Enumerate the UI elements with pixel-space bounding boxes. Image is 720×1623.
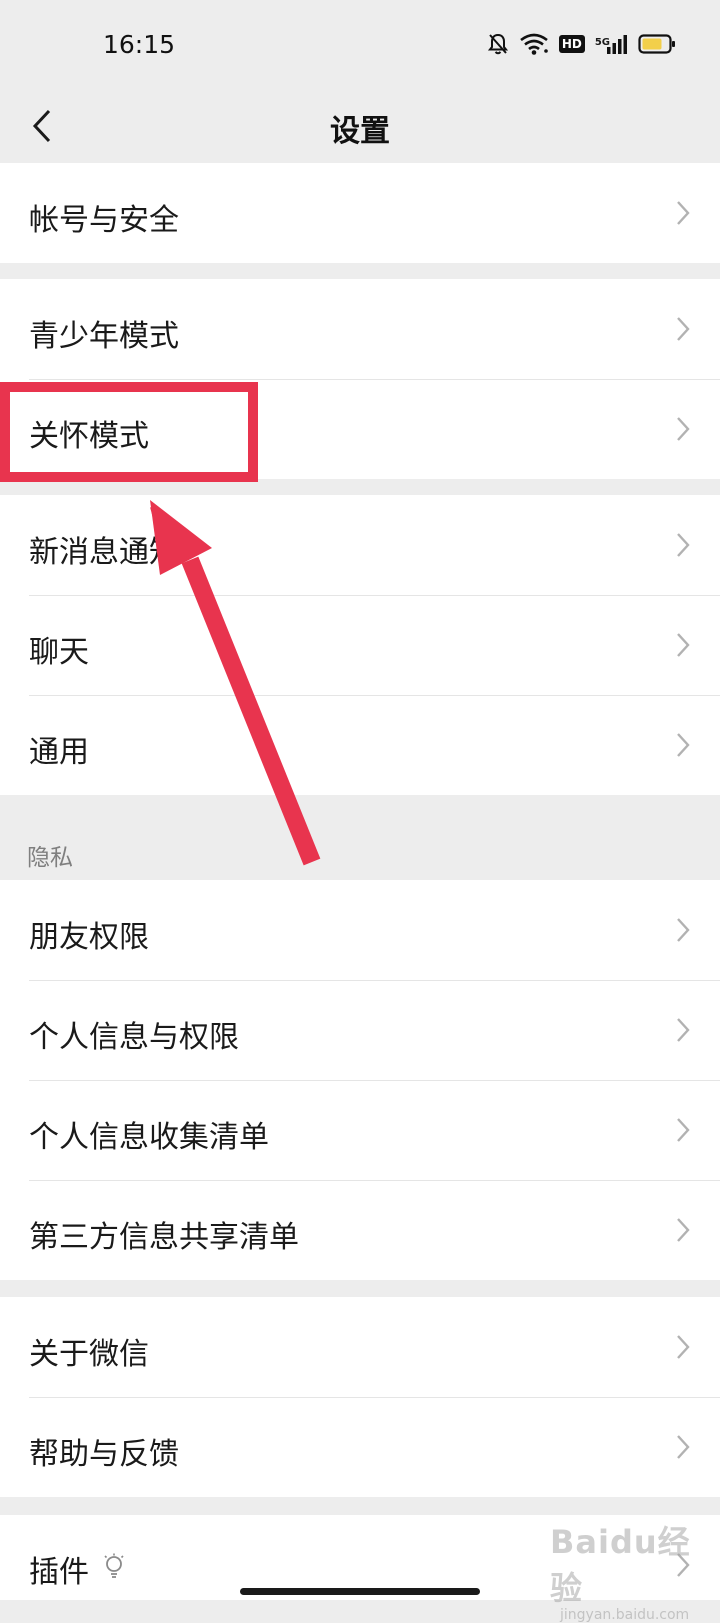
home-indicator[interactable]	[240, 1588, 480, 1595]
settings-item-label: 第三方信息共享清单	[29, 1220, 299, 1255]
settings-item-label: 插件	[29, 1555, 89, 1590]
settings-item-label: 关于微信	[29, 1337, 149, 1372]
settings-group-about: 关于微信 帮助与反馈	[0, 1297, 720, 1497]
settings-group-general: 新消息通知 聊天 通用	[0, 495, 720, 795]
chevron-right-icon	[676, 416, 690, 446]
lightbulb-icon	[103, 1553, 125, 1585]
settings-item-label: 新消息通知	[29, 535, 179, 570]
settings-item-label: 聊天	[29, 635, 89, 670]
chevron-right-icon	[676, 1017, 690, 1047]
settings-item-label: 关怀模式	[29, 419, 149, 454]
nav-bar: 设置	[0, 92, 720, 164]
settings-item-new-message-notifications[interactable]: 新消息通知	[0, 495, 720, 595]
settings-item-personal-info-permissions[interactable]: 个人信息与权限	[0, 980, 720, 1080]
settings-item-teen-mode[interactable]: 青少年模式	[0, 279, 720, 379]
chevron-right-icon	[676, 1552, 690, 1582]
settings-item-third-party-sharing-list[interactable]: 第三方信息共享清单	[0, 1180, 720, 1280]
network-type-label: 5G	[594, 37, 610, 48]
settings-item-label: 帐号与安全	[29, 203, 179, 238]
page-title: 设置	[330, 114, 390, 149]
chevron-right-icon	[676, 1117, 690, 1147]
settings-item-friend-permissions[interactable]: 朋友权限	[0, 880, 720, 980]
chevron-right-icon	[676, 732, 690, 762]
settings-item-label: 个人信息与权限	[29, 1020, 239, 1055]
chevron-right-icon	[676, 200, 690, 230]
chevron-right-icon	[676, 316, 690, 346]
settings-item-care-mode[interactable]: 关怀模式	[0, 379, 720, 479]
settings-item-personal-info-collection-list[interactable]: 个人信息收集清单	[0, 1080, 720, 1180]
chevron-right-icon	[676, 1334, 690, 1364]
settings-item-label: 朋友权限	[29, 920, 149, 955]
settings-item-chat[interactable]: 聊天	[0, 595, 720, 695]
status-bar: 16:15 HD 5G	[0, 0, 720, 92]
settings-item-label: 个人信息收集清单	[29, 1120, 269, 1155]
wifi-icon	[519, 33, 549, 55]
bell-muted-icon	[487, 32, 509, 56]
section-header-privacy: 隐私	[27, 845, 73, 871]
chevron-right-icon	[676, 917, 690, 947]
settings-group-account: 帐号与安全	[0, 163, 720, 263]
settings-group-modes: 青少年模式 关怀模式	[0, 279, 720, 479]
watermark-url: jingyan.baidu.com	[560, 1607, 690, 1623]
hd-icon: HD	[558, 35, 585, 53]
settings-group-privacy: 朋友权限 个人信息与权限 个人信息收集清单 第三方信息共享清单	[0, 880, 720, 1280]
chevron-right-icon	[676, 1434, 690, 1464]
settings-item-label: 帮助与反馈	[29, 1437, 179, 1472]
status-icons: HD 5G	[487, 28, 676, 60]
battery-icon	[638, 33, 676, 55]
settings-item-label: 通用	[29, 735, 89, 770]
settings-item-account-security[interactable]: 帐号与安全	[0, 163, 720, 263]
settings-item-about-wechat[interactable]: 关于微信	[0, 1297, 720, 1397]
signal-5g-icon: 5G	[595, 33, 628, 55]
settings-item-general[interactable]: 通用	[0, 695, 720, 795]
status-time: 16:15	[103, 30, 176, 59]
chevron-right-icon	[676, 1217, 690, 1247]
chevron-right-icon	[676, 632, 690, 662]
chevron-right-icon	[676, 532, 690, 562]
settings-item-label: 青少年模式	[29, 319, 179, 354]
settings-item-help-feedback[interactable]: 帮助与反馈	[0, 1397, 720, 1497]
